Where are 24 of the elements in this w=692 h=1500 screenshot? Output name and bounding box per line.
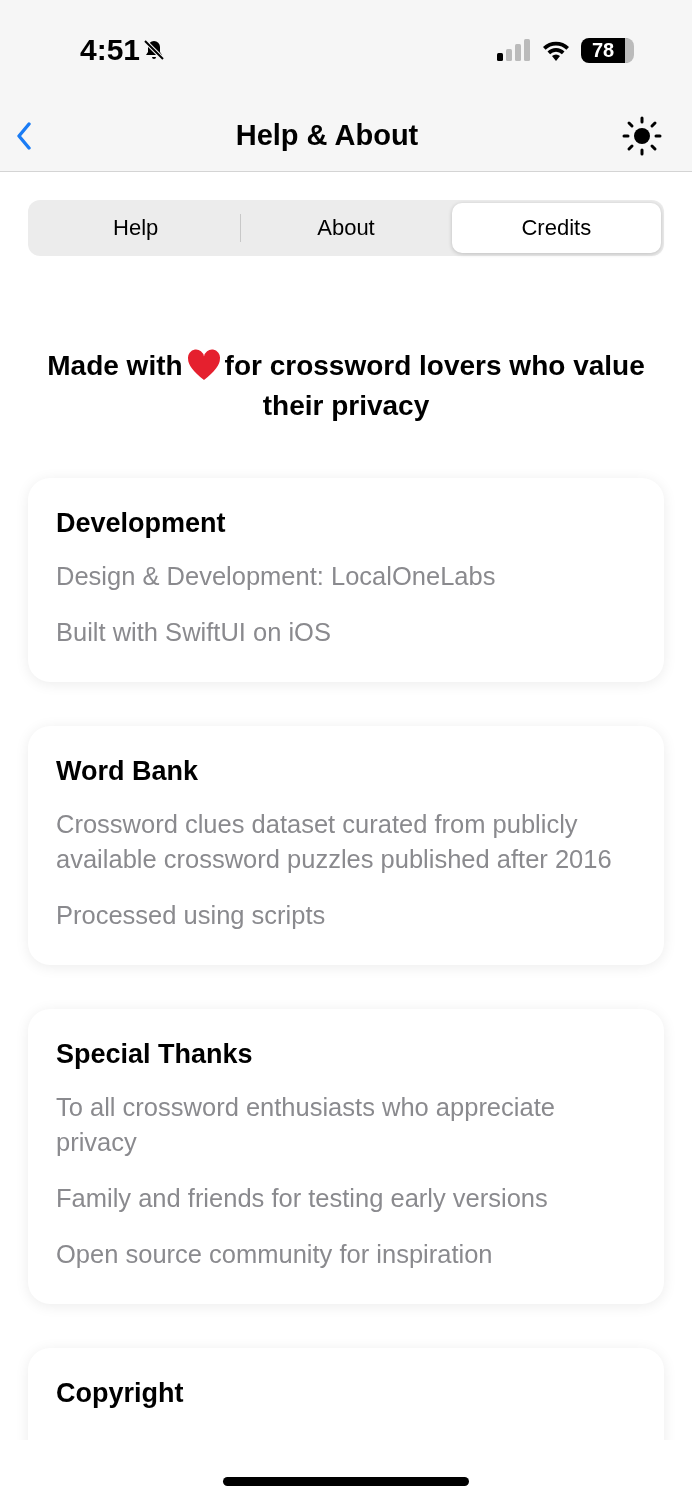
sun-icon[interactable] — [622, 115, 662, 156]
segment-tab[interactable]: Help — [31, 203, 241, 253]
card-title: Copyright — [56, 1378, 185, 1409]
card-title: Development — [56, 508, 227, 539]
card-text: To all crossword enthusiasts who appreciate privacy — [56, 1092, 556, 1158]
card-title: Special Thanks — [56, 1039, 254, 1070]
tagline-text: for crossword lovers who value their privacy — [224, 350, 645, 421]
screen-title: Help & About — [235, 119, 419, 152]
card-text: Built with SwiftUI on iOS — [56, 617, 332, 648]
card-text: Crossword clues dataset curated from publicly available crossword puzzles published after 2016 — [56, 809, 613, 875]
card-text: Processed using scripts — [56, 900, 327, 931]
card-title: Word Bank — [56, 756, 199, 787]
card-text: Open source community for inspiration — [56, 1239, 494, 1270]
segment-tab[interactable]: About — [241, 203, 451, 253]
card-text: Family and friends for testing early versions — [56, 1183, 549, 1214]
status-time: 4:51 — [80, 33, 141, 67]
card-text: Design & Development: LocalOneLabs — [56, 561, 497, 592]
segment-tab[interactable]: Credits — [451, 203, 661, 253]
heart-icon — [186, 349, 221, 381]
battery-icon: 78 — [581, 37, 634, 63]
signal-icon — [497, 39, 531, 61]
tagline-text: Made with — [47, 350, 183, 381]
wifi-icon — [541, 39, 571, 61]
back-button[interactable] — [16, 121, 32, 150]
